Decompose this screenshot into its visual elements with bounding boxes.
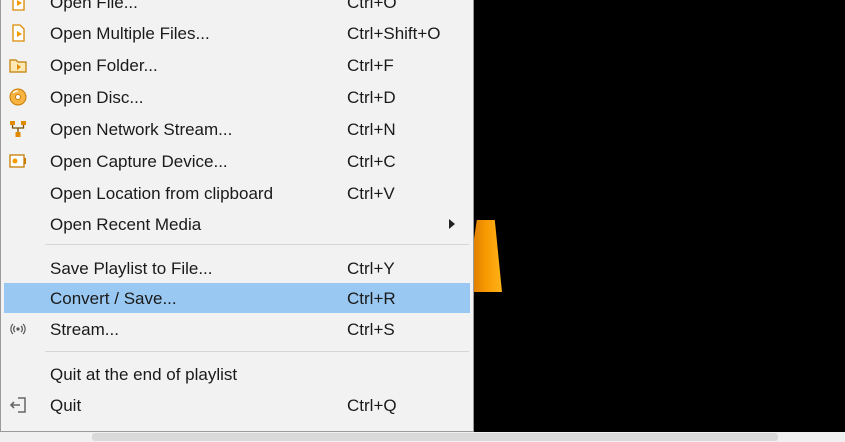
capture-device-icon [9, 152, 27, 170]
menu-item-shortcut: Ctrl+Shift+O [347, 24, 441, 43]
menu-item-label: Save Playlist to File... [50, 259, 213, 278]
quit-icon [9, 396, 27, 414]
menu-item-label: Open Disc... [50, 88, 144, 107]
menu-item-label: Quit at the end of playlist [50, 365, 238, 384]
network-icon [9, 120, 27, 138]
menu-separator [45, 244, 469, 245]
menu-item-label: Open Folder... [50, 56, 158, 75]
menu-item-quit[interactable]: Quit Ctrl+Q [4, 390, 470, 420]
menu-item-shortcut: Ctrl+D [347, 88, 396, 107]
menu-item-open-file[interactable]: Open File... Ctrl+O [4, 0, 470, 17]
menu-item-open-location-from-clipboard[interactable]: Open Location from clipboard Ctrl+V [4, 178, 470, 208]
menu-item-open-network-stream[interactable]: Open Network Stream... Ctrl+N [4, 114, 470, 144]
menu-item-shortcut: Ctrl+R [347, 289, 396, 308]
file-play-icon [9, 24, 27, 42]
menu-item-label: Open Multiple Files... [50, 24, 210, 43]
menu-item-shortcut: Ctrl+C [347, 152, 396, 171]
menu-item-label: Open Network Stream... [50, 120, 233, 139]
file-play-icon [9, 0, 27, 11]
menu-item-shortcut: Ctrl+O [347, 0, 397, 12]
disc-icon [9, 88, 27, 106]
menu-item-open-multiple-files[interactable]: Open Multiple Files... Ctrl+Shift+O [4, 18, 470, 48]
menu-item-open-folder[interactable]: Open Folder... Ctrl+F [4, 50, 470, 80]
menu-item-label: Open Recent Media [50, 215, 202, 234]
menu-item-label: Open Location from clipboard [50, 184, 274, 203]
menu-item-open-capture-device[interactable]: Open Capture Device... Ctrl+C [4, 146, 470, 176]
stream-icon [9, 320, 27, 338]
folder-icon [9, 56, 27, 74]
menu-item-label: Convert / Save... [50, 289, 177, 308]
menu-separator [45, 351, 469, 352]
menu-item-label: Open Capture Device... [50, 152, 228, 171]
media-menu: Open File... Ctrl+O Open Multiple Files.… [0, 0, 474, 432]
menu-item-save-playlist[interactable]: Save Playlist to File... Ctrl+Y [4, 253, 470, 283]
menu-item-shortcut: Ctrl+F [347, 56, 394, 75]
menu-item-label: Open File... [50, 0, 138, 12]
menu-item-label: Stream... [50, 320, 119, 339]
menu-item-shortcut: Ctrl+S [347, 320, 395, 339]
menu-item-stream[interactable]: Stream... Ctrl+S [4, 314, 470, 344]
submenu-arrow-icon [449, 219, 455, 229]
bottom-scrollbar[interactable] [0, 432, 845, 442]
menu-item-quit-end-of-playlist[interactable]: Quit at the end of playlist [4, 359, 470, 389]
menu-item-shortcut: Ctrl+V [347, 184, 395, 203]
scrollbar-thumb[interactable] [92, 433, 778, 441]
menu-item-shortcut: Ctrl+N [347, 120, 396, 139]
menu-item-shortcut: Ctrl+Y [347, 259, 395, 278]
menu-item-shortcut: Ctrl+Q [347, 396, 397, 415]
menu-item-label: Quit [50, 396, 82, 415]
menu-item-convert-save[interactable]: Convert / Save... Ctrl+R [4, 283, 470, 313]
menu-item-open-disc[interactable]: Open Disc... Ctrl+D [4, 82, 470, 112]
menu-item-open-recent-media[interactable]: Open Recent Media [4, 209, 470, 239]
